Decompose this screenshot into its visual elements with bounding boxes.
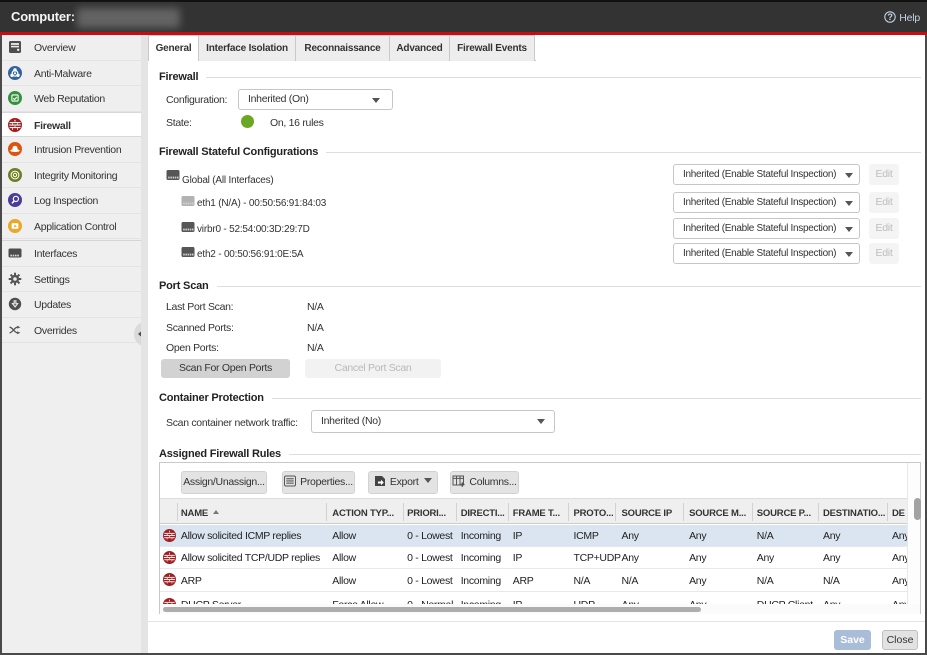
svg-text:?: ?	[888, 12, 893, 22]
